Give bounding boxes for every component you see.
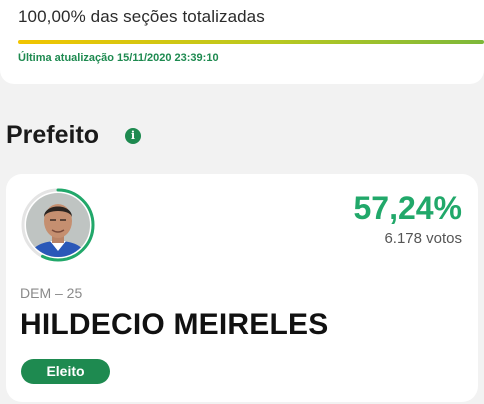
- totalization-card: 100,00% das seções totalizadas Última at…: [0, 0, 484, 84]
- candidate-name: HILDECIO MEIRELES: [20, 308, 329, 341]
- candidate-card: 57,24% 6.178 votos DEM – 25 HILDECIO MEI…: [6, 174, 478, 402]
- elected-badge: Eleito: [21, 359, 110, 384]
- vote-percentage: 57,24%: [353, 190, 462, 226]
- sections-progress-bar: [18, 40, 484, 44]
- party-number: DEM – 25: [20, 285, 83, 301]
- candidate-avatar: [20, 187, 96, 263]
- info-icon[interactable]: i: [125, 128, 141, 144]
- last-update-text: Última atualização 15/11/2020 23:39:10: [18, 52, 219, 64]
- sections-totalized-text: 100,00% das seções totalizadas: [18, 7, 265, 26]
- office-title: Prefeito: [6, 121, 100, 149]
- vote-count: 6.178 votos: [384, 230, 462, 247]
- candidate-photo: [21, 188, 95, 262]
- sections-progress-fill: [18, 40, 484, 44]
